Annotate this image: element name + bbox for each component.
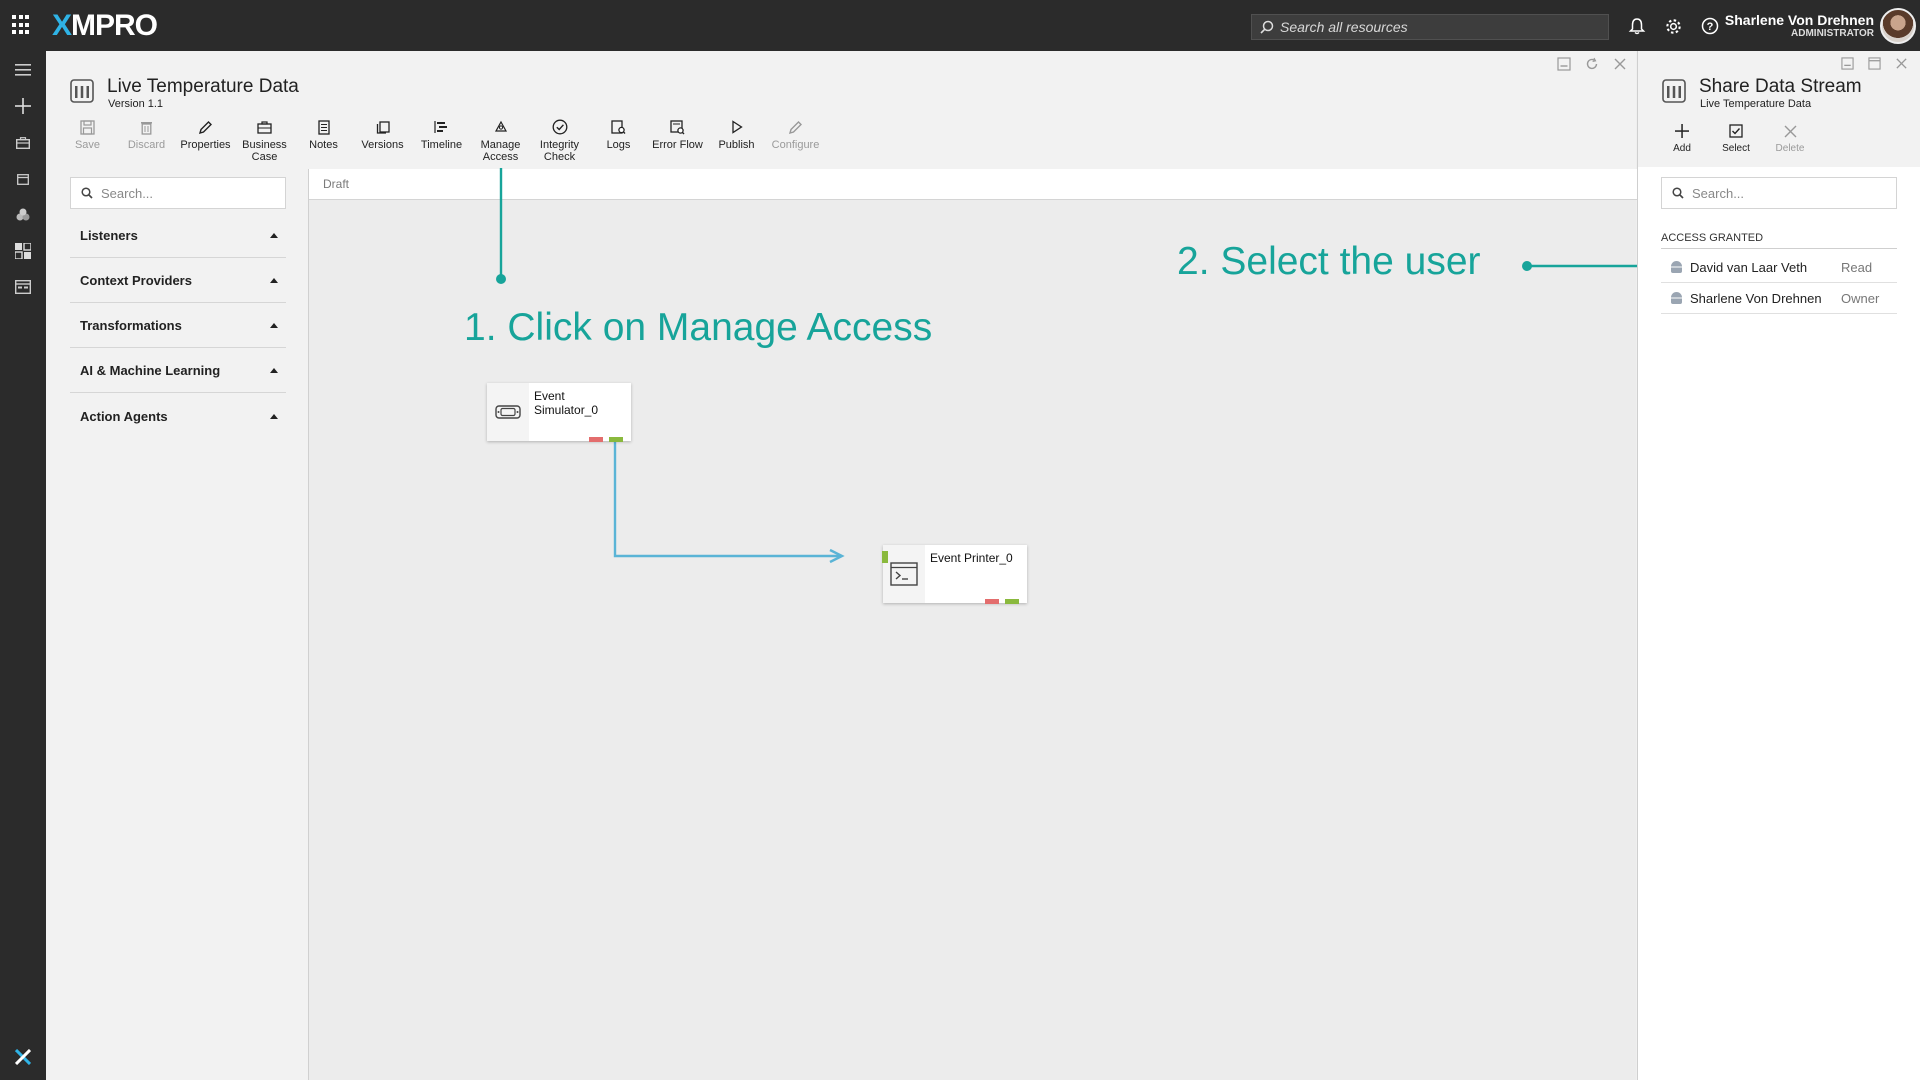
user-row-role: Owner xyxy=(1841,290,1880,306)
maximize-icon[interactable] xyxy=(1868,57,1881,70)
share-panel-title: Share Data Stream xyxy=(1699,76,1862,97)
select-label: Select xyxy=(1722,143,1750,154)
search-icon xyxy=(1672,187,1684,199)
close-icon xyxy=(1784,121,1797,141)
delete-label: Delete xyxy=(1775,143,1805,154)
user-row-role: Read xyxy=(1841,259,1873,275)
select-button[interactable]: Select xyxy=(1712,121,1760,155)
share-panel-subtitle: Live Temperature Data xyxy=(1700,98,1812,110)
add-label: Add xyxy=(1673,143,1691,154)
share-panel-header: Share Data Stream Live Temperature Data … xyxy=(1638,51,1920,167)
user-icon xyxy=(1671,292,1682,304)
user-search-placeholder: Search... xyxy=(1692,185,1745,201)
close-icon[interactable] xyxy=(1895,57,1908,70)
user-row[interactable]: David van Laar Veth Read xyxy=(1661,252,1897,283)
checkbox-icon xyxy=(1729,121,1743,141)
delete-button[interactable]: Delete xyxy=(1766,121,1814,155)
access-granted-heading: ACCESS GRANTED xyxy=(1661,232,1897,249)
add-button[interactable]: Add xyxy=(1658,121,1706,155)
annotation-step-1: 1. Click on Manage Access xyxy=(464,306,933,349)
user-row-name: David van Laar Veth xyxy=(1690,259,1808,275)
user-search-input[interactable]: Search... xyxy=(1661,177,1897,209)
annotation-lines xyxy=(496,168,1657,284)
user-row[interactable]: Sharlene Von Drehnen Owner xyxy=(1661,283,1897,314)
data-stream-icon xyxy=(1662,79,1686,108)
user-icon xyxy=(1671,261,1682,273)
plus-icon xyxy=(1675,121,1689,141)
panel-window-controls xyxy=(1841,57,1908,70)
annotation-step-2: 2. Select the user xyxy=(1177,240,1481,283)
share-toolbar: Add Select Delete xyxy=(1658,121,1814,155)
share-panel: Share Data Stream Live Temperature Data … xyxy=(1637,51,1920,1080)
user-row-name: Sharlene Von Drehnen xyxy=(1690,290,1822,306)
minimize-icon[interactable] xyxy=(1841,57,1854,70)
